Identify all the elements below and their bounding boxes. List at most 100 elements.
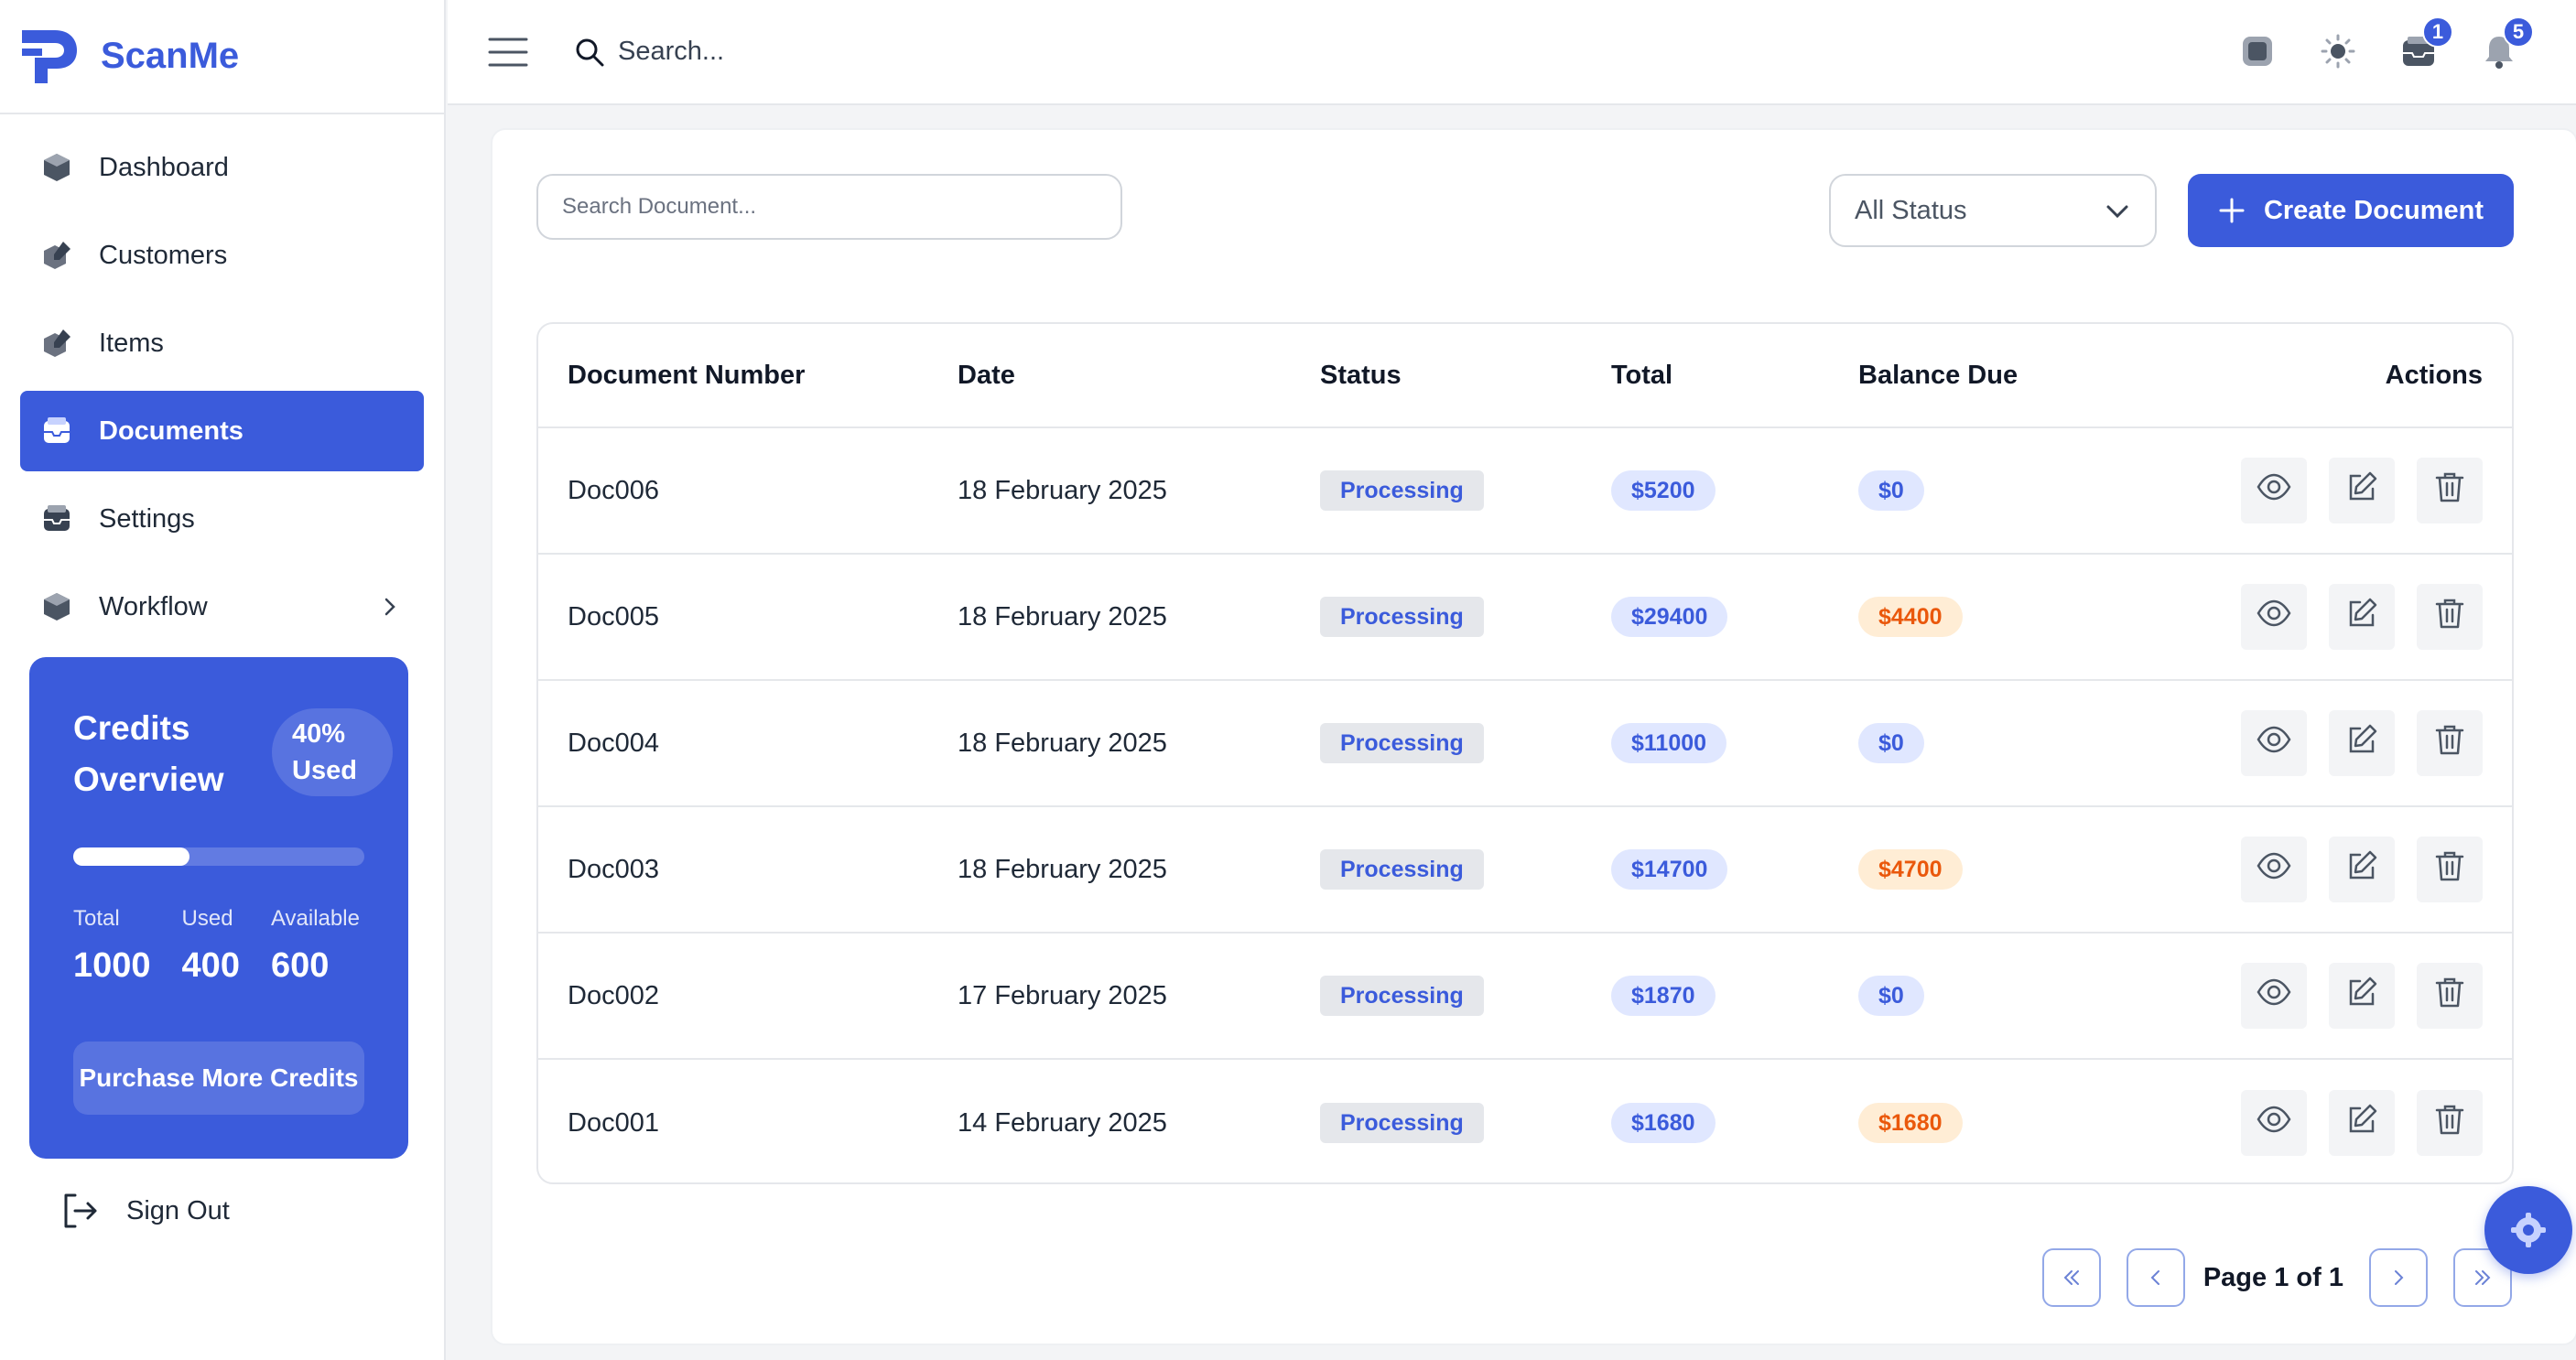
view-button[interactable]	[2241, 710, 2307, 776]
brand[interactable]: ScanMe	[0, 0, 444, 114]
inbox-icon	[40, 415, 73, 448]
credits-stats: Total 1000 Used 400 Available 600	[73, 906, 384, 986]
status-filter-select[interactable]: All Status	[1829, 174, 2157, 247]
sidebar-item-settings[interactable]: Settings	[20, 479, 424, 559]
cube-icon	[40, 151, 73, 184]
view-button[interactable]	[2241, 837, 2307, 902]
previous-page-button[interactable]	[2126, 1248, 2185, 1307]
column-header-document-number[interactable]: Document Number	[568, 361, 805, 391]
delete-button[interactable]	[2417, 1090, 2483, 1156]
cell-document-number[interactable]: Doc006	[568, 476, 659, 506]
column-header-status[interactable]: Status	[1320, 361, 1402, 391]
trash-icon	[2431, 974, 2468, 1018]
settings-fab-button[interactable]	[2484, 1186, 2572, 1274]
edit-icon	[2343, 595, 2380, 639]
eye-icon	[2256, 595, 2292, 639]
view-button[interactable]	[2241, 584, 2307, 650]
table-row: Doc006 18 February 2025 Processing $5200 $0	[538, 428, 2512, 555]
create-document-label: Create Document	[2263, 195, 2484, 225]
cell-document-number[interactable]: Doc003	[568, 855, 659, 885]
next-page-button[interactable]	[2369, 1248, 2428, 1307]
top-bar: Search... 1 5	[448, 0, 2576, 105]
status-badge: Processing	[1320, 976, 1484, 1016]
trash-icon	[2431, 595, 2468, 639]
chevron-right-icon	[2395, 1270, 2404, 1285]
top-bar-icons: 1 5	[2199, 16, 2534, 77]
view-button[interactable]	[2241, 1090, 2307, 1156]
cell-document-number[interactable]: Doc005	[568, 602, 659, 632]
edit-button[interactable]	[2329, 1090, 2395, 1156]
sidebar-item-customers[interactable]: Customers	[20, 215, 424, 296]
cell-date: 18 February 2025	[958, 601, 1167, 631]
sign-out-button[interactable]: Sign Out	[59, 1190, 230, 1232]
edit-button[interactable]	[2329, 963, 2395, 1029]
balance-badge: $0	[1858, 470, 1924, 511]
cell-total: $14700	[1611, 849, 1728, 890]
column-header-total[interactable]: Total	[1611, 361, 1672, 391]
sidebar-item-dashboard[interactable]: Dashboard	[20, 127, 424, 208]
delete-button[interactable]	[2417, 710, 2483, 776]
eye-icon	[2256, 974, 2292, 1018]
edit-button[interactable]	[2329, 458, 2395, 523]
create-document-button[interactable]: Create Document	[2188, 174, 2514, 247]
trash-icon	[2431, 469, 2468, 513]
delete-button[interactable]	[2417, 458, 2483, 523]
row-actions	[2219, 963, 2483, 1029]
cell-balance-due: $0	[1858, 976, 1924, 1016]
view-button[interactable]	[2241, 963, 2307, 1029]
sidebar-item-workflow[interactable]: Workflow	[20, 567, 424, 647]
credits-title: Credits Overview	[73, 709, 224, 798]
sidebar-item-documents[interactable]: Documents	[20, 391, 424, 471]
menu-icon[interactable]	[488, 37, 528, 68]
scanme-logo-icon	[22, 29, 77, 83]
column-header-balance-due[interactable]: Balance Due	[1858, 361, 2018, 391]
stat-label: Used	[181, 906, 233, 931]
table-header: Document Number Date Status Total Balanc…	[538, 324, 2512, 428]
chevrons-right-icon	[2475, 1270, 2491, 1285]
purchase-credits-button[interactable]: Purchase More Credits	[73, 1042, 364, 1115]
cell-balance-due: $0	[1858, 723, 1924, 763]
edit-cube-icon	[40, 239, 73, 272]
global-search-input[interactable]: Search...	[618, 37, 724, 67]
table-row: Doc002 17 February 2025 Processing $1870 $0	[538, 934, 2512, 1060]
row-actions	[2219, 1090, 2483, 1156]
delete-button[interactable]	[2417, 963, 2483, 1029]
document-search-input[interactable]: Search Document...	[536, 174, 1122, 240]
edit-button[interactable]	[2329, 837, 2395, 902]
stat-value: 400	[181, 946, 240, 985]
stat-value: 600	[270, 946, 330, 985]
row-actions	[2219, 837, 2483, 902]
search-icon	[576, 38, 604, 66]
sidebar-item-items[interactable]: Items	[20, 303, 424, 383]
table-body: Doc006 18 February 2025 Processing $5200 $0 D…	[538, 428, 2512, 1182]
first-page-button[interactable]	[2041, 1248, 2101, 1307]
cell-date: 17 February 2025	[958, 980, 1167, 1010]
cell-date: 18 February 2025	[958, 475, 1167, 505]
credits-stat-available: Available 600	[271, 906, 360, 986]
column-header-date[interactable]: Date	[958, 361, 1015, 391]
cell-date: 18 February 2025	[958, 854, 1167, 884]
sidebar-nav: Dashboard Customers Items Documents Sett…	[0, 127, 444, 647]
balance-badge: $1680	[1858, 1103, 1963, 1143]
fullscreen-button[interactable]	[2235, 26, 2279, 77]
sidebar-item-label: Documents	[99, 416, 244, 446]
table-row: Doc001 14 February 2025 Processing $1680 $16…	[538, 1060, 2512, 1182]
cell-total: $29400	[1611, 597, 1728, 637]
cell-document-number[interactable]: Doc001	[568, 1108, 659, 1139]
credits-progress-bar	[73, 847, 364, 866]
credits-used-percent: 40%	[292, 719, 346, 749]
delete-button[interactable]	[2417, 584, 2483, 650]
inbox-icon	[40, 502, 73, 535]
theme-toggle-button[interactable]	[2316, 26, 2360, 77]
view-button[interactable]	[2241, 458, 2307, 523]
notifications-button[interactable]: 5	[2477, 16, 2534, 77]
edit-button[interactable]	[2329, 710, 2395, 776]
cell-total: $11000	[1611, 723, 1727, 763]
cell-document-number[interactable]: Doc002	[568, 981, 659, 1011]
edit-button[interactable]	[2329, 584, 2395, 650]
table-row: Doc005 18 February 2025 Processing $29400 $4…	[538, 555, 2512, 681]
messages-button[interactable]: 1	[2397, 16, 2453, 77]
cell-document-number[interactable]: Doc004	[568, 729, 659, 759]
total-badge: $14700	[1611, 849, 1728, 890]
delete-button[interactable]	[2417, 837, 2483, 902]
